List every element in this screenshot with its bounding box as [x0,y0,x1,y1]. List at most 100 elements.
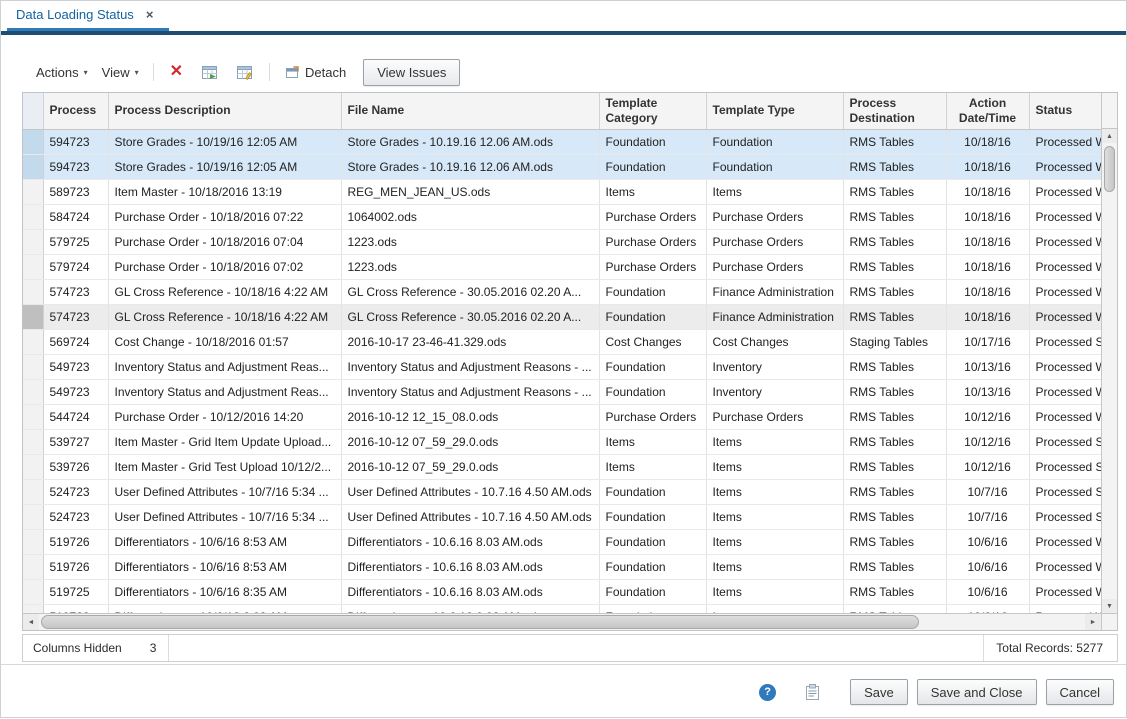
row-selector[interactable] [23,129,43,154]
cell-template-type[interactable]: Items [706,429,843,454]
column-header-process-destination[interactable]: Process Destination [843,93,946,129]
table-row[interactable]: 544724 Purchase Order - 10/12/2016 14:20… [23,404,1101,429]
cell-status[interactable]: Processed W [1029,604,1101,613]
table-row[interactable]: 519726 Differentiators - 10/6/16 8:53 AM… [23,554,1101,579]
table-row[interactable]: 574723 GL Cross Reference - 10/18/16 4:2… [23,304,1101,329]
cell-file-name[interactable]: GL Cross Reference - 30.05.2016 02.20 A.… [341,304,599,329]
column-header-action-date-time[interactable]: Action Date/Time [946,93,1029,129]
cell-status[interactable]: Processed W [1029,204,1101,229]
cell-process-destination[interactable]: RMS Tables [843,504,946,529]
cell-file-name[interactable]: Differentiators - 10.6.16 6.03 AM.ods [341,604,599,613]
save-button[interactable]: Save [850,679,908,705]
cell-action-date-time[interactable]: 10/6/16 [946,579,1029,604]
cell-process[interactable]: 574723 [43,304,108,329]
row-selector[interactable] [23,479,43,504]
cell-template-category[interactable]: Items [599,454,706,479]
cell-status[interactable]: Processed W [1029,154,1101,179]
row-selector[interactable] [23,404,43,429]
cell-action-date-time[interactable]: 10/18/16 [946,254,1029,279]
cell-file-name[interactable]: Store Grades - 10.19.16 12.06 AM.ods [341,154,599,179]
cell-action-date-time[interactable]: 10/18/16 [946,279,1029,304]
cell-template-type[interactable]: Items [706,604,843,613]
table-row[interactable]: 574723 GL Cross Reference - 10/18/16 4:2… [23,279,1101,304]
cell-process-destination[interactable]: RMS Tables [843,529,946,554]
cell-action-date-time[interactable]: 10/18/16 [946,154,1029,179]
cell-action-date-time[interactable]: 10/12/16 [946,404,1029,429]
cell-process-destination[interactable]: RMS Tables [843,129,946,154]
cell-process-description[interactable]: GL Cross Reference - 10/18/16 4:22 AM [108,304,341,329]
view-issues-button[interactable]: View Issues [363,59,460,86]
table-row[interactable]: 519725 Differentiators - 10/6/16 8:35 AM… [23,579,1101,604]
vertical-scroll-thumb[interactable] [1104,146,1115,192]
cell-status[interactable]: Processed W [1029,579,1101,604]
view-menu-button[interactable]: View ▾ [95,61,146,84]
cell-file-name[interactable]: 1223.ods [341,229,599,254]
cell-file-name[interactable]: User Defined Attributes - 10.7.16 4.50 A… [341,504,599,529]
cell-template-category[interactable]: Foundation [599,354,706,379]
cell-status[interactable]: Processed W [1029,404,1101,429]
cell-template-type[interactable]: Finance Administration [706,279,843,304]
row-selector[interactable] [23,329,43,354]
cell-process-description[interactable]: GL Cross Reference - 10/18/16 4:22 AM [108,279,341,304]
horizontal-scrollbar[interactable]: ◄ ► [23,613,1117,630]
cell-process-destination[interactable]: RMS Tables [843,379,946,404]
cell-process-description[interactable]: Purchase Order - 10/12/2016 14:20 [108,404,341,429]
cell-template-type[interactable]: Foundation [706,129,843,154]
cell-action-date-time[interactable]: 10/6/16 [946,604,1029,613]
cell-process[interactable]: 519726 [43,554,108,579]
cell-process[interactable]: 519723 [43,604,108,613]
table-row[interactable]: 549723 Inventory Status and Adjustment R… [23,354,1101,379]
cell-template-type[interactable]: Foundation [706,154,843,179]
cell-template-type[interactable]: Items [706,179,843,204]
cell-process-description[interactable]: Inventory Status and Adjustment Reas... [108,354,341,379]
cell-process-destination[interactable]: RMS Tables [843,179,946,204]
cell-status[interactable]: Processed W [1029,179,1101,204]
cell-process[interactable]: 574723 [43,279,108,304]
cell-process-description[interactable]: Purchase Order - 10/18/2016 07:02 [108,254,341,279]
tab-data-loading-status[interactable]: Data Loading Status × [7,1,169,31]
cell-action-date-time[interactable]: 10/7/16 [946,504,1029,529]
cell-process[interactable]: 584724 [43,204,108,229]
scroll-up-icon[interactable]: ▲ [1102,129,1117,143]
cell-process-description[interactable]: User Defined Attributes - 10/7/16 5:34 .… [108,479,341,504]
cell-process-description[interactable]: Differentiators - 10/6/16 8:53 AM [108,529,341,554]
column-header-process-description[interactable]: Process Description [108,93,341,129]
cell-template-category[interactable]: Foundation [599,529,706,554]
cell-template-category[interactable]: Foundation [599,304,706,329]
cell-process[interactable]: 544724 [43,404,108,429]
cell-template-category[interactable]: Foundation [599,479,706,504]
cell-process-destination[interactable]: RMS Tables [843,304,946,329]
horizontal-scroll-thumb[interactable] [41,615,919,629]
cell-template-type[interactable]: Purchase Orders [706,404,843,429]
cell-status[interactable]: Processed W [1029,129,1101,154]
row-selector[interactable] [23,279,43,304]
cell-template-type[interactable]: Items [706,479,843,504]
table-row[interactable]: 539727 Item Master - Grid Item Update Up… [23,429,1101,454]
cell-template-category[interactable]: Foundation [599,579,706,604]
cell-action-date-time[interactable]: 10/12/16 [946,454,1029,479]
edit-grid-button[interactable] [227,60,262,85]
cell-process[interactable]: 539727 [43,429,108,454]
cell-process-description[interactable]: Store Grades - 10/19/16 12:05 AM [108,129,341,154]
cell-template-type[interactable]: Items [706,529,843,554]
cell-file-name[interactable]: Differentiators - 10.6.16 8.03 AM.ods [341,579,599,604]
column-header-process[interactable]: Process [43,93,108,129]
row-selector[interactable] [23,529,43,554]
cell-process-destination[interactable]: RMS Tables [843,579,946,604]
cell-status[interactable]: Processed W [1029,304,1101,329]
cell-process[interactable]: 579725 [43,229,108,254]
table-row[interactable]: 519726 Differentiators - 10/6/16 8:53 AM… [23,529,1101,554]
cell-action-date-time[interactable]: 10/18/16 [946,229,1029,254]
cell-status[interactable]: Processed W [1029,254,1101,279]
row-selector[interactable] [23,204,43,229]
scroll-right-icon[interactable]: ► [1085,614,1101,630]
cell-process-destination[interactable]: RMS Tables [843,404,946,429]
cell-status[interactable]: Processed S [1029,454,1101,479]
cell-template-type[interactable]: Inventory [706,379,843,404]
row-selector[interactable] [23,379,43,404]
cell-process[interactable]: 594723 [43,154,108,179]
cell-process-destination[interactable]: RMS Tables [843,454,946,479]
horizontal-scroll-track[interactable]: ◄ ► [23,614,1101,630]
row-selector[interactable] [23,504,43,529]
cell-file-name[interactable]: Differentiators - 10.6.16 8.03 AM.ods [341,554,599,579]
